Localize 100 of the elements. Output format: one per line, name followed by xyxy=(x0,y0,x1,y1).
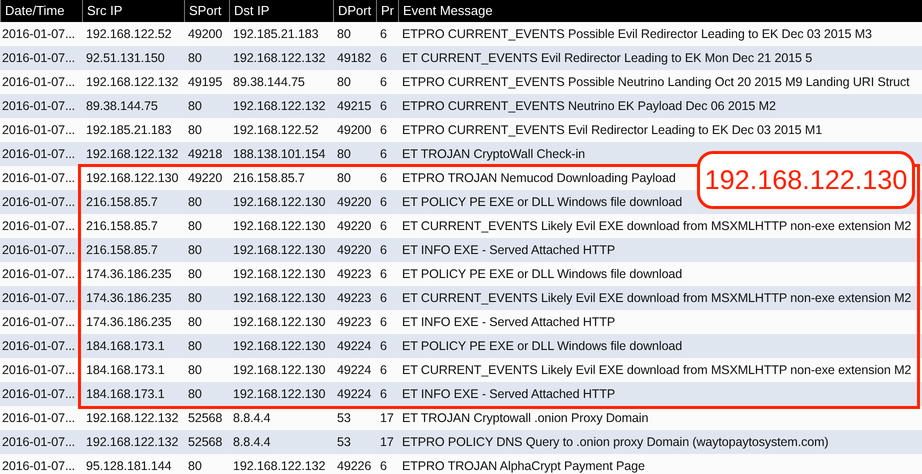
table-cell-text: 8.8.4.4 xyxy=(232,434,271,451)
table-cell-text: 184.168.173.1 xyxy=(85,386,165,403)
table-cell-text: 80 xyxy=(336,74,351,91)
table-cell-text: 6 xyxy=(379,338,387,355)
table-cell-text: 80 xyxy=(187,218,202,235)
table-row[interactable]: 2016-01-07... 95.128.181.144 80 192.168.122.132 49226 6 ETPRO TROJAN AlphaCrypt Payment Page xyxy=(0,454,922,474)
table-cell-text: 216.158.85.7 xyxy=(85,218,158,235)
table-cell-text: 89.38.144.75 xyxy=(232,74,305,91)
table-row[interactable]: 2016-01-07... 184.168.173.1 80 192.168.122.130 49224 6 ET CURRENT_EVENTS Likely Evil EXE download from MSXMLHTTP non-exe extension M2 xyxy=(0,358,922,382)
table-cell-text: 2016-01-07... xyxy=(1,242,76,259)
table-row[interactable]: 2016-01-07... 192.168.122.132 52568 8.8.4.4 53 17 ETPRO POLICY DNS Query to .onion proxy Domain (waytopaytosystem.com) xyxy=(0,430,922,454)
table-cell-text: 52568 xyxy=(187,410,222,427)
table-cell-text: 192.168.122.52 xyxy=(232,122,318,139)
table-row[interactable]: 2016-01-07... 174.36.186.235 80 192.168.122.130 49223 6 ET POLICY PE EXE or DLL Windows file download xyxy=(0,262,922,286)
table-cell-text: 2016-01-07... xyxy=(1,434,76,451)
table-cell-text: 92.51.131.150 xyxy=(85,50,165,67)
table-row[interactable]: 2016-01-07... 184.168.173.1 80 192.168.122.130 49224 6 ET POLICY PE EXE or DLL Windows file download xyxy=(0,334,922,358)
table-row[interactable]: 2016-01-07... 192.168.122.52 49200 192.185.21.183 80 6 ETPRO CURRENT_EVENTS Possible Evil Redirector Leading to EK Dec 03 2015 M3 xyxy=(0,22,922,46)
table-cell-text: 6 xyxy=(379,98,387,115)
table-cell-text: ET CURRENT_EVENTS Likely Evil EXE download from MSXMLHTTP non-exe extension M2 xyxy=(401,218,912,235)
table-cell-text: ETPRO CURRENT_EVENTS Possible Neutrino Landing Oct 20 2015 M9 Landing URI Struct xyxy=(401,74,910,91)
table-cell-text: 192.185.21.183 xyxy=(85,122,172,139)
table-cell-text: 49223 xyxy=(336,266,372,283)
table-cell-text: 192.168.122.132 xyxy=(85,410,178,427)
table-cell-text: 6 xyxy=(379,458,387,474)
table-cell-text: 174.36.186.235 xyxy=(85,266,172,283)
table-cell-text: 192.168.122.130 xyxy=(232,362,326,379)
table-cell-text: 8.8.4.4 xyxy=(232,410,271,427)
table-cell-text: 192.168.122.130 xyxy=(232,290,326,307)
table-row[interactable]: 2016-01-07... 216.158.85.7 80 192.168.122.130 49220 6 ET INFO EXE - Served Attached HTTP xyxy=(0,238,922,262)
table-row[interactable]: 2016-01-07... 89.38.144.75 80 192.168.122.132 49215 6 ETPRO CURRENT_EVENTS Neutrino EK Payload Dec 06 2015 M2 xyxy=(0,94,922,118)
table-cell-text: 6 xyxy=(379,242,387,259)
table-cell-text: 192.168.122.132 xyxy=(232,98,326,115)
table-cell-text: 49226 xyxy=(336,458,372,474)
table-cell-text: 6 xyxy=(379,26,387,43)
table-cell-text: 2016-01-07... xyxy=(1,218,76,235)
table-cell-text: 80 xyxy=(187,458,202,474)
table-cell-text: 192.168.122.130 xyxy=(232,386,326,403)
table-cell-text: 6 xyxy=(379,290,387,307)
table-cell-text: 6 xyxy=(379,74,387,91)
table-cell-text: 80 xyxy=(187,50,202,67)
table-cell-text: 192.168.122.132 xyxy=(232,458,326,474)
table-cell-text: 80 xyxy=(187,98,202,115)
table-cell-text: 49224 xyxy=(336,338,372,355)
table-cell-text: 6 xyxy=(379,386,387,403)
table-cell-text: ET CURRENT_EVENTS Evil Redirector Leading to EK Mon Dec 21 2015 5 xyxy=(401,50,812,67)
table-cell-text: 2016-01-07... xyxy=(1,146,76,163)
table-row[interactable]: 2016-01-07... 192.168.122.132 49195 89.38.144.75 80 6 ETPRO CURRENT_EVENTS Possible Neutrino Landing Oct 20 2015 M9 Landing URI Struct xyxy=(0,70,922,94)
table-cell-text: 80 xyxy=(187,266,202,283)
table-cell-text: 192.168.122.130 xyxy=(232,314,326,331)
table-cell-text: 2016-01-07... xyxy=(1,194,76,211)
table-cell-text: 80 xyxy=(187,386,202,403)
table-row[interactable]: 2016-01-07... 174.36.186.235 80 192.168.122.130 49223 6 ET CURRENT_EVENTS Likely Evil EXE download from MSXMLHTTP non-exe extension M2 xyxy=(0,286,922,310)
table-cell-text: 2016-01-07... xyxy=(1,338,76,355)
annotation-tooltip: 192.168.122.130 xyxy=(697,151,915,209)
table-cell-text: 2016-01-07... xyxy=(1,362,76,379)
table-cell-text: 80 xyxy=(187,194,202,211)
table-cell-text: ET CURRENT_EVENTS Likely Evil EXE download from MSXMLHTTP non-exe extension M2 xyxy=(401,290,912,307)
table-cell-text: 95.128.181.144 xyxy=(85,458,172,474)
table-row[interactable]: 2016-01-07... 174.36.186.235 80 192.168.122.130 49223 6 ET INFO EXE - Served Attached HTTP xyxy=(0,310,922,334)
table-cell-text: ET INFO EXE - Served Attached HTTP xyxy=(401,314,616,331)
table-cell-text: ETPRO TROJAN Nemucod Downloading Payload xyxy=(401,170,676,187)
table-cell-text: 17 xyxy=(379,410,394,427)
table-cell-text: 192.168.122.132 xyxy=(85,74,178,91)
table-cell-text: ET CURRENT_EVENTS Likely Evil EXE download from MSXMLHTTP non-exe extension M2 xyxy=(401,362,912,379)
table-cell-text: 49224 xyxy=(336,362,372,379)
table-cell-text: 188.138.101.154 xyxy=(232,146,326,163)
table-cell-text: ETPRO TROJAN AlphaCrypt Payment Page xyxy=(401,458,645,474)
table-cell-text: 6 xyxy=(379,362,387,379)
table-cell-text: 49195 xyxy=(187,74,222,91)
table-cell-text: 49218 xyxy=(187,146,222,163)
table-cell-text: 6 xyxy=(379,146,387,163)
table-cell-text: 174.36.186.235 xyxy=(85,290,172,307)
table-cell-text: 192.168.122.132 xyxy=(85,434,178,451)
table-cell-text: 49220 xyxy=(336,194,372,211)
table-cell-text: ET POLICY PE EXE or DLL Windows file download xyxy=(401,266,682,283)
table-cell-text: 80 xyxy=(187,122,202,139)
table-cell-text: 192.185.21.183 xyxy=(232,26,318,43)
table-cell-text: 192.168.122.130 xyxy=(85,170,178,187)
table-cell-text: ET POLICY PE EXE or DLL Windows file download xyxy=(401,194,682,211)
table-cell-text: 192.168.122.130 xyxy=(232,338,326,355)
table-cell-text: 49215 xyxy=(336,98,372,115)
table-cell-text: ETPRO CURRENT_EVENTS Neutrino EK Payload Dec 06 2015 M2 xyxy=(401,98,776,115)
table-row[interactable]: 2016-01-07... 192.185.21.183 80 192.168.122.52 49200 6 ETPRO CURRENT_EVENTS Evil Redirector Leading to EK Dec 03 2015 M1 xyxy=(0,118,922,142)
table-cell-text: 80 xyxy=(336,146,351,163)
table-cell-text: 89.38.144.75 xyxy=(85,98,158,115)
table-row[interactable]: 2016-01-07... 216.158.85.7 80 192.168.122.130 49220 6 ET CURRENT_EVENTS Likely Evil EXE download from MSXMLHTTP non-exe extension M2 xyxy=(0,214,922,238)
table-row[interactable]: 2016-01-07... 184.168.173.1 80 192.168.122.130 49224 6 ET INFO EXE - Served Attached HTTP xyxy=(0,382,922,406)
table-cell-text: 49220 xyxy=(336,242,372,259)
table-cell-text: ETPRO POLICY DNS Query to .onion proxy Domain (waytopaytosystem.com) xyxy=(401,434,828,451)
table-cell-text: 80 xyxy=(187,314,202,331)
table-cell-text: 2016-01-07... xyxy=(1,290,76,307)
table-cell-text: 2016-01-07... xyxy=(1,386,76,403)
table-cell-text: 49223 xyxy=(336,290,372,307)
table-cell-text: 49200 xyxy=(336,122,372,139)
table-cell-text: ET TROJAN Cryptowall .onion Proxy Domain xyxy=(401,410,648,427)
table-cell-text: ETPRO CURRENT_EVENTS Evil Redirector Leading to EK Dec 03 2015 M1 xyxy=(401,122,822,139)
table-row[interactable]: 2016-01-07... 92.51.131.150 80 192.168.122.132 49182 6 ET CURRENT_EVENTS Evil Redirector Leading to EK Mon Dec 21 2015 5 xyxy=(0,46,922,70)
table-cell-text: 6 xyxy=(379,50,387,67)
table-cell-text: 80 xyxy=(187,338,202,355)
